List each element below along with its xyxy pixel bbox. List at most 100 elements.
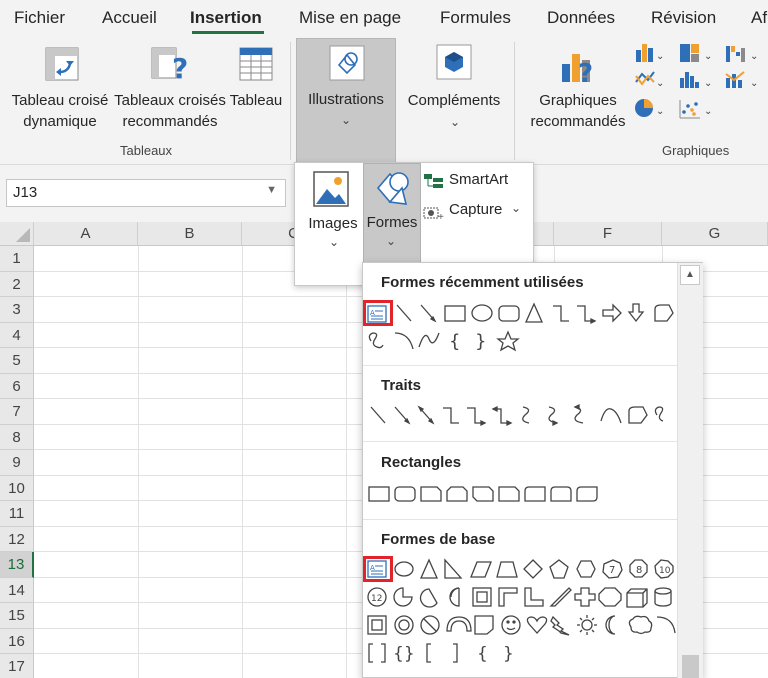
- row-header-14[interactable]: 14: [0, 577, 34, 603]
- section-title-recent: Formes récemment utilisées: [381, 274, 584, 291]
- right-brace-icon: }: [475, 331, 486, 352]
- scroll-thumb[interactable]: [682, 655, 699, 678]
- chart-type-buttons[interactable]: ⌄ ⌄ ⌄ ⌄ ⌄ ⌄ ⌄ ⌄: [634, 42, 768, 132]
- row-header-12[interactable]: 12: [0, 526, 34, 552]
- smartart-button[interactable]: SmartArt: [423, 171, 529, 193]
- snip-round-rect-icon: [498, 486, 520, 502]
- isosceles-triangle-icon: [419, 558, 439, 579]
- svg-text:⌄: ⌄: [656, 78, 664, 89]
- rounded-rect-shape-icon: [498, 305, 520, 322]
- snip-same-side-rect-icon: [446, 486, 468, 502]
- select-all-corner[interactable]: [0, 222, 34, 246]
- hierarchy-chart-icon: ⌄: [680, 44, 712, 62]
- section-separator: [363, 519, 677, 520]
- svg-text:⌄: ⌄: [750, 78, 758, 89]
- moon-icon: [605, 615, 616, 635]
- row-header-1[interactable]: 1: [0, 246, 34, 272]
- shapes-label: Formes: [366, 214, 418, 231]
- tab-donnees[interactable]: Données: [547, 8, 615, 28]
- line-shapes[interactable]: [363, 403, 677, 433]
- tab-affichage[interactable]: Af: [751, 8, 767, 28]
- pivot-table-button[interactable]: Tableau croisé dynamique: [10, 38, 110, 138]
- frame-icon: [472, 587, 492, 607]
- addins-label: Compléments: [407, 92, 501, 109]
- scroll-up-arrow-icon[interactable]: ▲: [680, 265, 700, 285]
- snip-diagonal-rect-icon: [472, 486, 494, 502]
- recommended-charts-button[interactable]: ? Graphiques recommandés: [524, 38, 632, 138]
- folded-corner-icon: [474, 615, 494, 635]
- table-icon: [239, 47, 273, 81]
- column-gridline: [242, 246, 243, 678]
- chevron-down-icon: ⌄: [450, 115, 461, 129]
- oval-icon: [394, 561, 414, 577]
- tab-formules[interactable]: Formules: [440, 8, 511, 28]
- screenshot-button[interactable]: + Capture ⌄: [423, 201, 529, 223]
- addins-icon: [436, 44, 472, 80]
- arc-shape-icon: [394, 332, 414, 350]
- recent-shapes[interactable]: A { }: [363, 301, 677, 361]
- l-shape-icon: [524, 587, 544, 607]
- row-header-8[interactable]: 8: [0, 424, 34, 450]
- chevron-down-icon: ⌄: [386, 234, 397, 248]
- illustrations-button[interactable]: Illustrations ⌄: [296, 38, 396, 164]
- sun-icon: [581, 619, 593, 631]
- name-box[interactable]: J13 ▼: [6, 179, 286, 207]
- svg-text:10: 10: [659, 566, 671, 576]
- tab-accueil[interactable]: Accueil: [102, 8, 157, 28]
- block-arc-icon: [446, 616, 472, 632]
- smartart-icon: [424, 174, 443, 188]
- cloud-icon: [628, 615, 653, 635]
- row-header-5[interactable]: 5: [0, 348, 34, 374]
- column-gridline: [138, 246, 139, 678]
- column-header-f[interactable]: F: [554, 222, 662, 246]
- column-header-g[interactable]: G: [662, 222, 768, 246]
- ribbon-insertion: Tableau croisé dynamique ? Tableaux crois…: [0, 36, 768, 164]
- addins-button[interactable]: Compléments ⌄: [402, 38, 506, 138]
- left-brace-icon: {: [449, 331, 460, 352]
- image-icon: [313, 171, 349, 207]
- can-icon: [654, 587, 672, 595]
- curved-connector-icon: [522, 406, 530, 424]
- recommended-pivots-button[interactable]: ? Tableaux croisés recommandés: [114, 38, 226, 138]
- shapes-gallery: Formes récemment utilisées A {} Traits …: [362, 262, 703, 678]
- images-button[interactable]: Images ⌄: [301, 165, 361, 265]
- recommended-charts-icon: ?: [562, 54, 593, 86]
- chevron-down-icon[interactable]: ▼: [266, 184, 277, 196]
- row-header-16[interactable]: 16: [0, 628, 34, 654]
- row-header-11[interactable]: 11: [0, 501, 34, 527]
- column-header-b[interactable]: B: [138, 222, 242, 246]
- tab-insertion[interactable]: Insertion: [190, 8, 262, 28]
- group-separator: [514, 42, 515, 160]
- section-separator: [363, 365, 677, 366]
- row-header-2[interactable]: 2: [0, 271, 34, 297]
- basic-shapes[interactable]: A 7 8 10 12 {} {}: [363, 557, 677, 667]
- rectangle-shapes[interactable]: [363, 483, 677, 507]
- tab-fichier[interactable]: Fichier: [14, 8, 65, 28]
- shapes-scrollbar[interactable]: ▲: [677, 263, 703, 678]
- half-frame-icon: [498, 587, 518, 607]
- right-bracket-icon: [453, 643, 458, 663]
- rectangle-shape-icon: [444, 305, 466, 322]
- row-header-10[interactable]: 10: [0, 475, 34, 501]
- row-header-6[interactable]: 6: [0, 373, 34, 399]
- row-header-15[interactable]: 15: [0, 603, 34, 629]
- row-header-13[interactable]: 13: [0, 552, 34, 578]
- line-chart-icon: ⌄: [635, 71, 664, 89]
- elbow-connector-icon: [443, 407, 459, 424]
- elbow-connector-icon: [553, 305, 569, 322]
- row-header-3[interactable]: 3: [0, 297, 34, 323]
- row-header-9[interactable]: 9: [0, 450, 34, 476]
- oval-shape-icon: [471, 304, 493, 322]
- shapes-button[interactable]: Formes ⌄: [363, 163, 421, 263]
- row-header-7[interactable]: 7: [0, 399, 34, 425]
- tab-revision[interactable]: Révision: [651, 8, 716, 28]
- table-button[interactable]: Tableau: [228, 38, 284, 138]
- row-header-17[interactable]: 17: [0, 654, 34, 678]
- row-header-4[interactable]: 4: [0, 322, 34, 348]
- tab-mise-en-page[interactable]: Mise en page: [299, 8, 401, 28]
- column-header-a[interactable]: A: [34, 222, 138, 246]
- highlight-box: [363, 556, 393, 582]
- section-title-basic: Formes de base: [381, 531, 496, 548]
- scatter-chart-icon: ⌄: [679, 100, 712, 119]
- svg-text:8: 8: [636, 565, 642, 576]
